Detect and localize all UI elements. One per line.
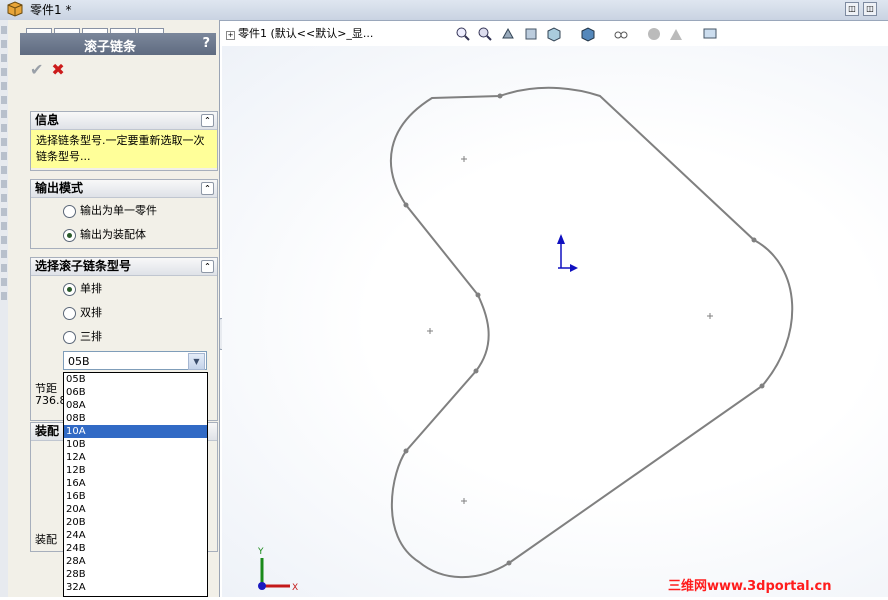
triad-icon: Y X: [257, 547, 298, 593]
view-settings-icon[interactable]: [702, 26, 718, 42]
dropdown-option[interactable]: 12A: [64, 451, 207, 464]
radio-double-row[interactable]: 双排: [63, 304, 102, 320]
dropdown-option[interactable]: 32A: [64, 581, 207, 594]
info-header[interactable]: 信息 ⌃: [31, 112, 217, 130]
zoom-to-fit-icon[interactable]: [455, 26, 471, 42]
radio-single-row[interactable]: 单排: [63, 280, 102, 296]
apply-scene-icon[interactable]: [668, 26, 684, 42]
info-group: 信息 ⌃ 选择链条型号.一定要重新选取一次链条型号...: [30, 111, 218, 171]
collapse-icon[interactable]: ⌃: [201, 182, 214, 195]
assembly-text: 装配: [35, 533, 57, 546]
radio-dot[interactable]: [63, 228, 76, 242]
dropdown-option[interactable]: 28A: [64, 555, 207, 568]
part-document-icon: [7, 1, 23, 17]
dropdown-option[interactable]: 06B: [64, 386, 207, 399]
output-mode-header[interactable]: 输出模式 ⌃: [31, 180, 217, 198]
svg-text:Y: Y: [257, 547, 264, 557]
minimize-button[interactable]: ◫: [845, 2, 859, 16]
radio-triple-row[interactable]: 三排: [63, 328, 102, 344]
radio-dot[interactable]: [63, 306, 76, 320]
dropdown-option[interactable]: 20B: [64, 516, 207, 529]
radio-dot[interactable]: [63, 282, 76, 296]
chain-type-header[interactable]: 选择滚子链条型号 ⌃: [31, 258, 217, 276]
dropdown-option[interactable]: 28B: [64, 568, 207, 581]
radio-dot[interactable]: [63, 330, 76, 344]
restore-button[interactable]: ◫: [863, 2, 877, 16]
panel-title: 滚子链条: [83, 40, 136, 55]
section-view-icon[interactable]: [523, 26, 539, 42]
dropdown-option[interactable]: 12B: [64, 464, 207, 477]
chevron-down-icon[interactable]: ▼: [188, 353, 205, 370]
chain-model-select[interactable]: 05B ▼: [63, 351, 207, 370]
dropdown-option[interactable]: 10A: [64, 425, 207, 438]
dropdown-option[interactable]: 08A: [64, 399, 207, 412]
origin-icon: [557, 234, 578, 272]
pitch-value: 736.8: [35, 394, 67, 407]
previous-view-icon[interactable]: [500, 26, 516, 42]
watermark: 三维网www.3dportal.cn: [668, 579, 832, 594]
feature-tree-root[interactable]: + 零件1 (默认<<默认>_显...: [226, 25, 373, 41]
radio-single-part[interactable]: 输出为单一零件: [63, 202, 157, 218]
radio-assembly[interactable]: 输出为装配体: [63, 226, 146, 242]
chain-model-dropdown-list[interactable]: 05B 06B 08A 08B 10A 10B 12A 12B 16A 16B 20A 20B 24A 2…: [63, 372, 208, 597]
dropdown-option[interactable]: 24B: [64, 542, 207, 555]
dropdown-option[interactable]: 16B: [64, 490, 207, 503]
collapse-icon[interactable]: ⌃: [201, 114, 214, 127]
edit-appearance-icon[interactable]: [646, 26, 662, 42]
dropdown-option[interactable]: 10B: [64, 438, 207, 451]
cancel-x-icon[interactable]: ✖: [51, 60, 64, 79]
sketch-canvas[interactable]: Y X: [222, 46, 888, 597]
display-style-icon[interactable]: [580, 26, 596, 42]
collapse-icon[interactable]: ⌃: [201, 260, 214, 273]
ok-check-icon[interactable]: ✔: [30, 60, 43, 79]
title-bar: 零件1 * ◫ ◫: [0, 0, 888, 21]
arc-center-marks: [427, 156, 713, 504]
dropdown-option[interactable]: 05B: [64, 373, 207, 386]
dropdown-option[interactable]: 24A: [64, 529, 207, 542]
svg-text:X: X: [292, 583, 298, 593]
expand-icon[interactable]: +: [226, 31, 235, 40]
view-orientation-icon[interactable]: [546, 26, 562, 42]
radio-dot[interactable]: [63, 204, 76, 218]
hide-show-icon[interactable]: [613, 26, 629, 42]
panel-header: 滚子链条 ?: [20, 33, 216, 55]
window-title: 零件1 *: [30, 3, 72, 17]
dropdown-option[interactable]: 08B: [64, 412, 207, 425]
help-icon[interactable]: ?: [202, 36, 210, 51]
dropdown-option[interactable]: 20A: [64, 503, 207, 516]
sketch-profile[interactable]: [390, 86, 794, 579]
graphics-area[interactable]: Y X: [222, 46, 888, 597]
dropdown-option[interactable]: 16A: [64, 477, 207, 490]
zoom-area-icon[interactable]: [477, 26, 493, 42]
info-message: 选择链条型号.一定要重新选取一次链条型号...: [31, 130, 217, 168]
ok-cancel-bar: ✔ ✖: [30, 60, 65, 79]
sketch-points: [403, 93, 765, 566]
